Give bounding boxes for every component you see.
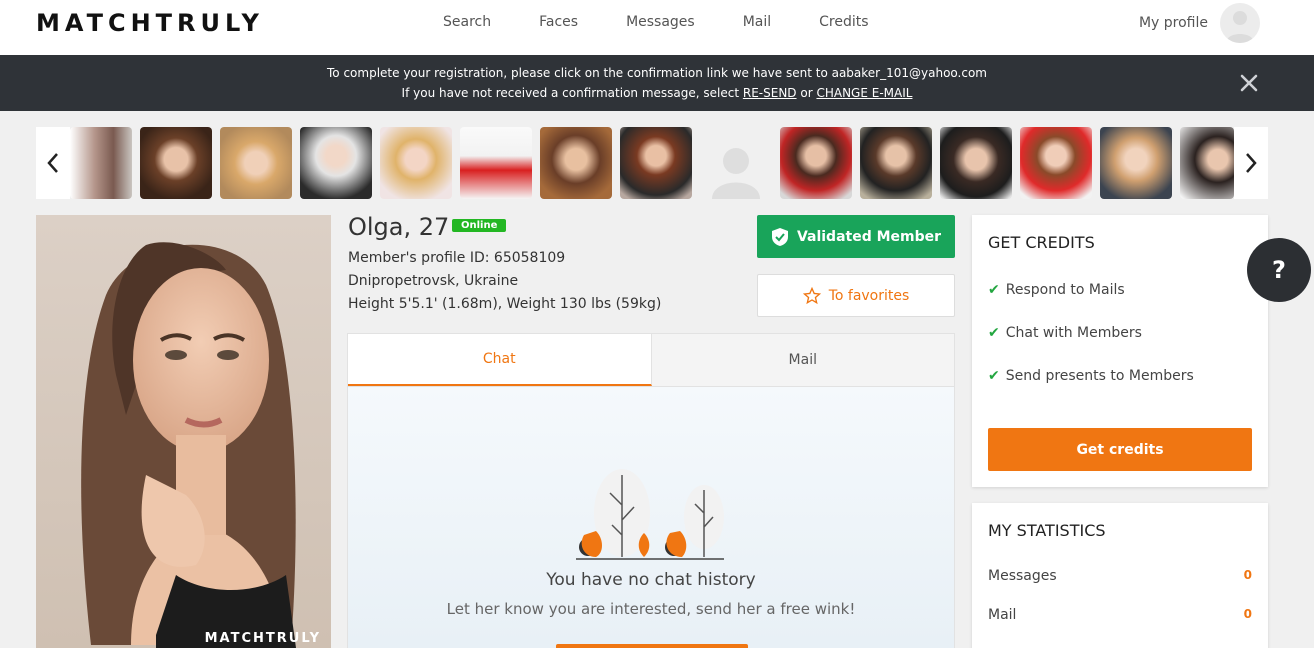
profile-body-stats: Height 5'5.1' (1.68m), Weight 130 lbs (5… bbox=[348, 296, 662, 312]
validated-member-badge: Validated Member bbox=[757, 215, 955, 258]
stat-row-mail[interactable]: Mail 0 bbox=[988, 607, 1252, 623]
profile-id: Member's profile ID: 65058109 bbox=[348, 250, 566, 266]
chat-panel: You have no chat history Let her know yo… bbox=[347, 387, 955, 648]
user-silhouette-icon bbox=[712, 148, 760, 199]
profiles-carousel bbox=[36, 127, 1268, 199]
chevron-left-icon bbox=[47, 153, 58, 173]
resend-link[interactable]: RE-SEND bbox=[743, 86, 797, 100]
nav-credits[interactable]: Credits bbox=[819, 14, 868, 30]
carousel-next-button[interactable] bbox=[1234, 127, 1268, 199]
tab-chat[interactable]: Chat bbox=[348, 334, 652, 386]
validated-label: Validated Member bbox=[796, 228, 942, 245]
top-navbar: MATCHTRULY Search Faces Messages Mail Cr… bbox=[0, 0, 1314, 55]
feature-item: ✔ Respond to Mails bbox=[988, 282, 1125, 298]
profile-thumb[interactable] bbox=[220, 127, 292, 199]
change-email-link[interactable]: CHANGE E-MAIL bbox=[816, 86, 912, 100]
profile-thumb[interactable] bbox=[140, 127, 212, 199]
empty-chat-title: You have no chat history bbox=[546, 570, 756, 590]
nav-faces[interactable]: Faces bbox=[539, 14, 578, 30]
send-wink-button[interactable] bbox=[556, 644, 748, 648]
favorites-label: To favorites bbox=[828, 287, 910, 304]
get-credits-card: GET CREDITS ✔ Respond to Mails ✔ Chat wi… bbox=[972, 215, 1268, 487]
card-title: MY STATISTICS bbox=[988, 521, 1106, 540]
check-icon: ✔ bbox=[988, 325, 1000, 341]
profile-name-age: Olga, 27 bbox=[348, 213, 450, 241]
main-profile-photo[interactable]: MATCHTRULY bbox=[36, 215, 331, 648]
help-button[interactable]: ? bbox=[1247, 238, 1311, 302]
check-icon: ✔ bbox=[988, 282, 1000, 298]
site-logo[interactable]: MATCHTRULY bbox=[36, 9, 264, 37]
profile-thumb[interactable] bbox=[540, 127, 612, 199]
profile-thumb[interactable] bbox=[70, 127, 132, 199]
user-silhouette-icon bbox=[1226, 11, 1254, 43]
nav-messages[interactable]: Messages bbox=[626, 14, 695, 30]
star-icon bbox=[802, 286, 821, 304]
profile-thumb-placeholder[interactable] bbox=[700, 127, 772, 199]
check-icon: ✔ bbox=[988, 368, 1000, 384]
profile-thumb[interactable] bbox=[300, 127, 372, 199]
carousel-thumbs bbox=[70, 127, 1234, 199]
online-badge: Online bbox=[452, 219, 507, 232]
empty-chat-subtitle: Let her know you are interested, send he… bbox=[446, 600, 856, 618]
photo-watermark: MATCHTRULY bbox=[204, 631, 321, 646]
avatar[interactable] bbox=[1220, 3, 1260, 43]
profile-thumb[interactable] bbox=[860, 127, 932, 199]
profile-thumb[interactable] bbox=[460, 127, 532, 199]
chat-mail-tabs: Chat Mail bbox=[347, 333, 955, 387]
confirmation-banner: To complete your registration, please cl… bbox=[0, 55, 1314, 111]
add-to-favorites-button[interactable]: To favorites bbox=[757, 274, 955, 317]
tab-mail[interactable]: Mail bbox=[652, 334, 955, 386]
profile-thumb[interactable] bbox=[780, 127, 852, 199]
get-credits-button[interactable]: Get credits bbox=[988, 428, 1252, 471]
my-profile-label[interactable]: My profile bbox=[1139, 15, 1208, 31]
profile-thumb[interactable] bbox=[380, 127, 452, 199]
profile-location: Dnipropetrovsk, Ukraine bbox=[348, 273, 519, 289]
chevron-right-icon bbox=[1246, 153, 1257, 173]
profile-thumb[interactable] bbox=[1100, 127, 1172, 199]
card-title: GET CREDITS bbox=[988, 233, 1095, 252]
profile-thumb[interactable] bbox=[1180, 127, 1234, 199]
banner-line-1: To complete your registration, please cl… bbox=[327, 66, 987, 80]
my-profile-menu[interactable]: My profile bbox=[1139, 3, 1260, 43]
feature-item: ✔ Chat with Members bbox=[988, 325, 1142, 341]
my-statistics-card: MY STATISTICS Messages 0 Mail 0 bbox=[972, 503, 1268, 648]
carousel-prev-button[interactable] bbox=[36, 127, 70, 199]
main-nav: Search Faces Messages Mail Credits bbox=[443, 14, 917, 30]
portrait-image bbox=[36, 215, 331, 648]
profile-thumb[interactable] bbox=[620, 127, 692, 199]
stat-row-messages[interactable]: Messages 0 bbox=[988, 568, 1252, 584]
nav-mail[interactable]: Mail bbox=[743, 14, 771, 30]
profile-thumb[interactable] bbox=[1020, 127, 1092, 199]
shield-check-icon bbox=[771, 227, 788, 246]
close-icon[interactable] bbox=[1238, 72, 1260, 94]
banner-line-2: If you have not received a confirmation … bbox=[401, 86, 913, 100]
feature-item: ✔ Send presents to Members bbox=[988, 368, 1194, 384]
empty-chat-illustration-icon bbox=[576, 469, 724, 560]
nav-search[interactable]: Search bbox=[443, 14, 491, 30]
profile-thumb[interactable] bbox=[940, 127, 1012, 199]
